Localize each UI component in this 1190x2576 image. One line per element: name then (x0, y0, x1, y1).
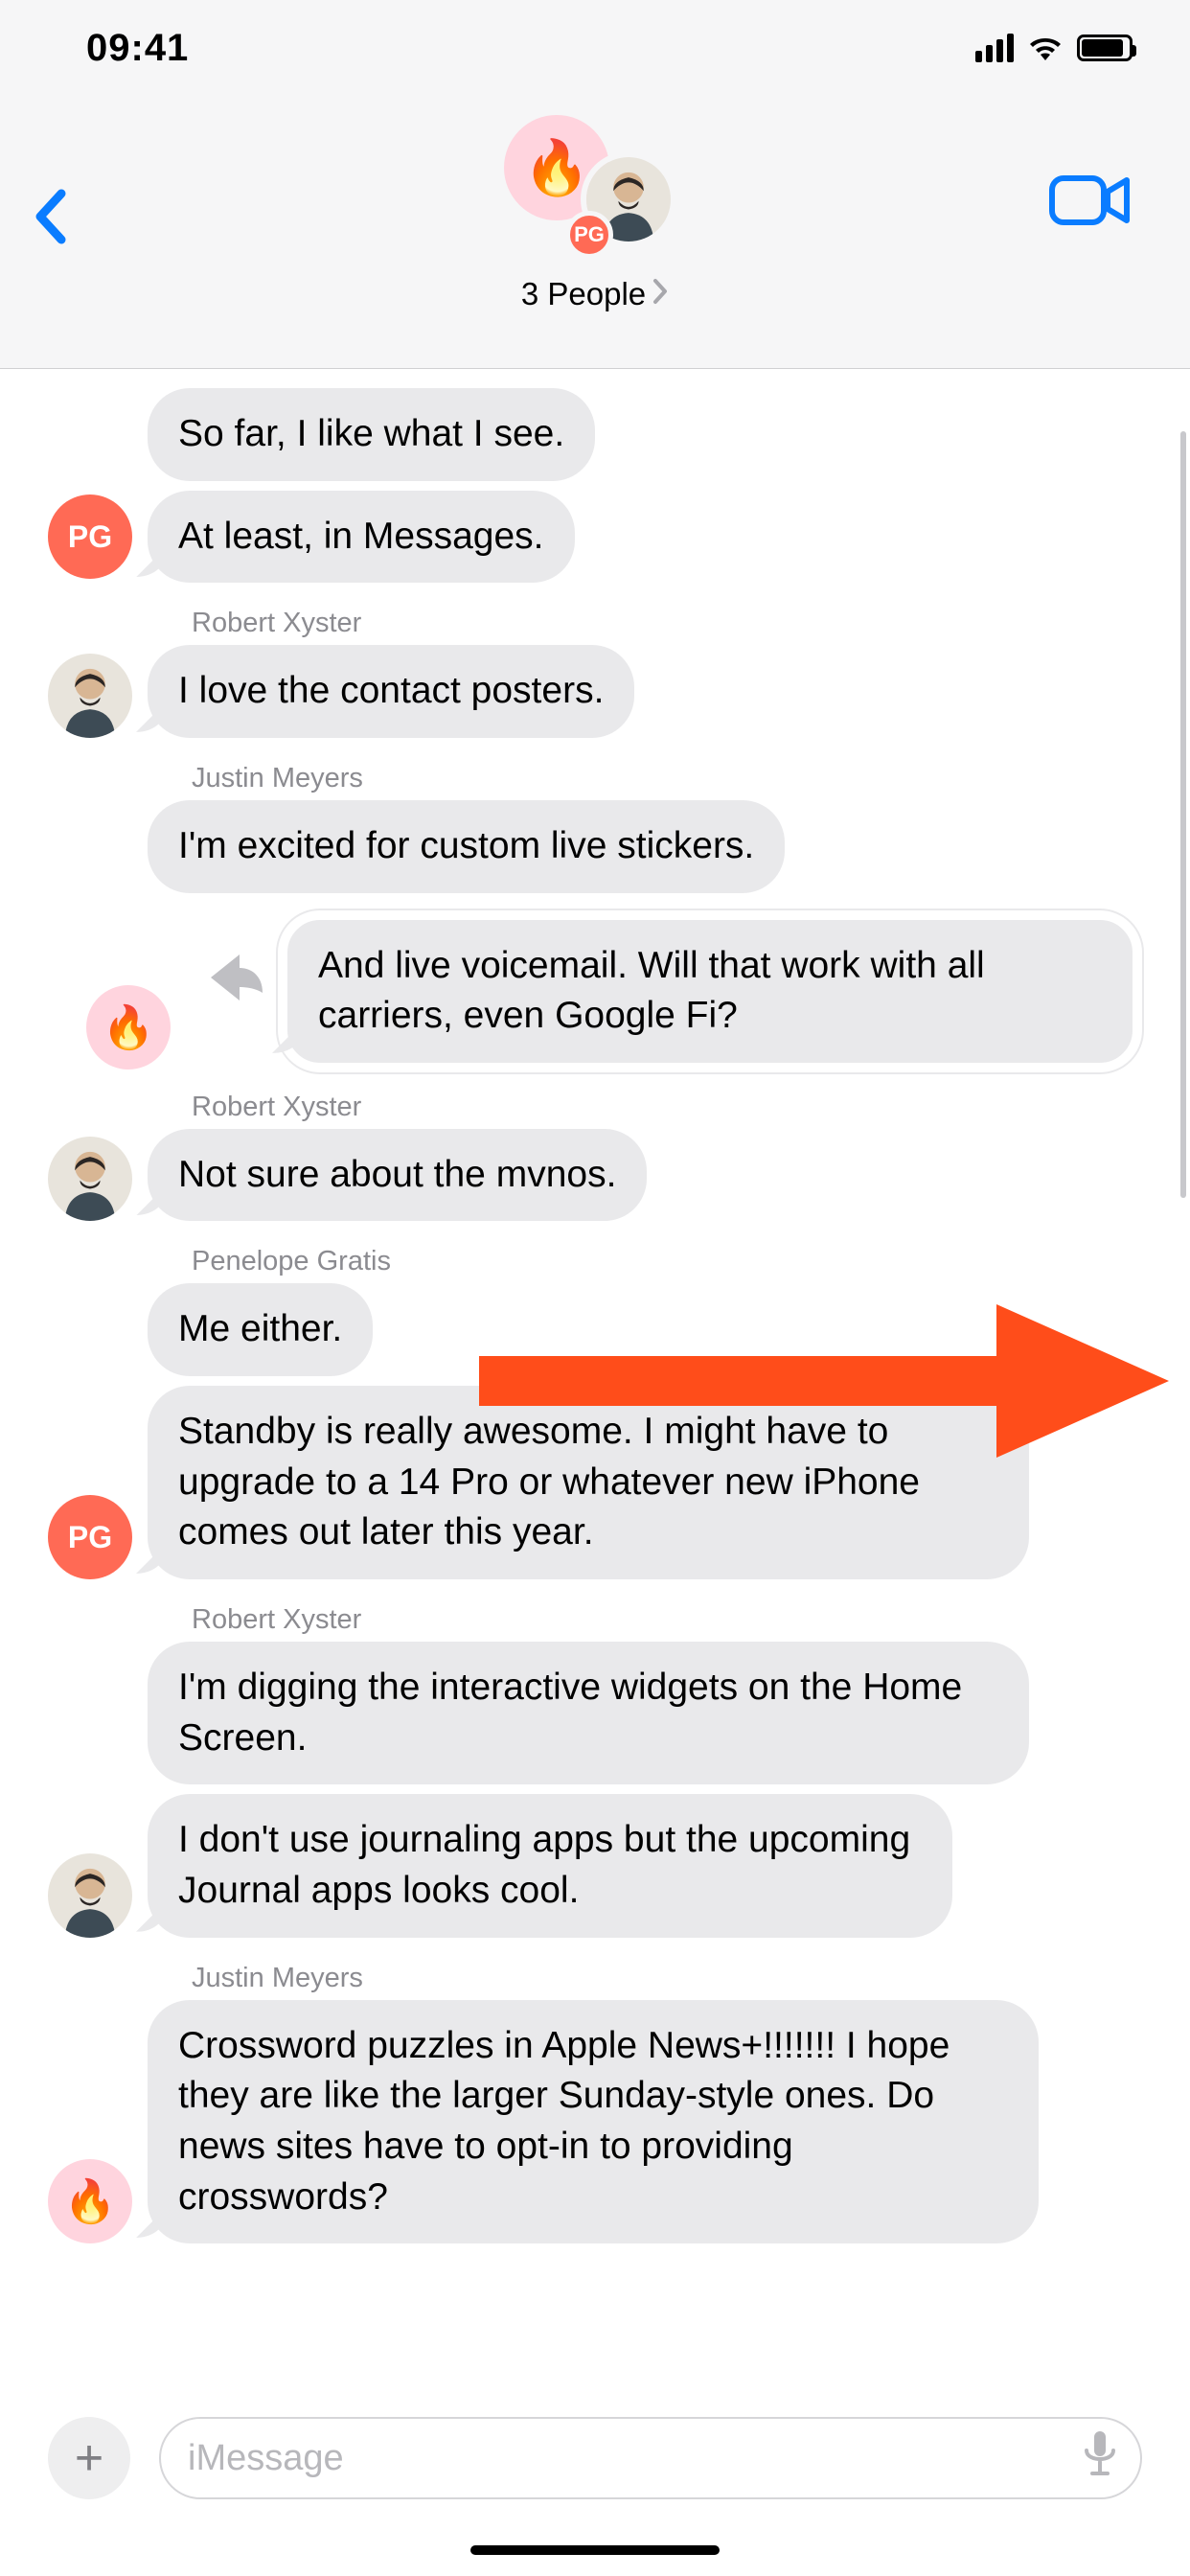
status-time: 09:41 (86, 27, 189, 70)
avatar-photo (48, 1137, 132, 1221)
message-bubble[interactable]: Me either. (148, 1283, 373, 1376)
sender-name: Justin Meyers (192, 763, 1142, 794)
cellular-signal-icon (975, 34, 1014, 62)
avatar-pg-badge: PG (565, 211, 613, 259)
avatar-fire: 🔥 (86, 985, 171, 1070)
reply-bubble[interactable]: And live voicemail. Will that work with … (278, 910, 1142, 1072)
message-bubble[interactable]: I'm excited for custom live stickers. (148, 800, 785, 893)
message-bubble[interactable]: At least, in Messages. (148, 491, 575, 584)
home-indicator (470, 2545, 720, 2555)
message-bubble[interactable]: Crossword puzzles in Apple News+!!!!!!! … (148, 2000, 1039, 2244)
avatar-photo (48, 1853, 132, 1938)
group-avatar-stack: 🔥 PG (504, 115, 686, 259)
sender-name: Robert Xyster (192, 1604, 1142, 1636)
message-bubble[interactable]: Not sure about the mvnos. (148, 1129, 647, 1222)
sender-name: Penelope Gratis (192, 1246, 1142, 1277)
avatar-spacer (48, 1700, 132, 1784)
reply-thread[interactable]: 🔥 And live voicemail. Will that work wit… (48, 910, 1142, 1072)
avatar-photo (48, 654, 132, 738)
avatar-spacer (48, 809, 132, 893)
message-bubble[interactable]: I love the contact posters. (148, 645, 634, 738)
status-indicators (975, 34, 1133, 62)
scroll-indicator (1180, 431, 1186, 1198)
message-input[interactable]: iMessage (159, 2417, 1142, 2499)
input-placeholder: iMessage (188, 2438, 344, 2479)
avatar-pg: PG (48, 1495, 132, 1579)
dictate-button[interactable] (1083, 2429, 1117, 2487)
status-bar: 09:41 (0, 0, 1190, 96)
message-bubble[interactable]: I'm digging the interactive widgets on t… (148, 1642, 1029, 1784)
message-bubble[interactable]: Standby is really awesome. I might have … (148, 1386, 1029, 1579)
sender-name: Robert Xyster (192, 608, 1142, 639)
message-list[interactable]: So far, I like what I see. PG At least, … (0, 369, 1190, 2381)
avatar-fire: 🔥 (48, 2159, 132, 2243)
avatar-pg: PG (48, 494, 132, 579)
avatar-spacer (48, 1292, 132, 1376)
facetime-button[interactable] (1048, 172, 1133, 233)
sender-name: Robert Xyster (192, 1092, 1142, 1123)
avatar-spacer (48, 397, 132, 481)
battery-icon (1077, 34, 1133, 61)
back-button[interactable] (33, 188, 71, 250)
conversation-title-area[interactable]: 🔥 PG 3 People (504, 115, 686, 312)
add-button[interactable]: + (48, 2417, 130, 2499)
conversation-header: 🔥 PG 3 People (0, 96, 1190, 369)
message-bubble[interactable]: So far, I like what I see. (148, 388, 595, 481)
reply-arrow-icon (199, 949, 268, 1011)
wifi-icon (1027, 34, 1064, 61)
message-bubble[interactable]: I don't use journaling apps but the upco… (148, 1794, 952, 1937)
chevron-right-icon (652, 276, 669, 312)
sender-name: Justin Meyers (192, 1963, 1142, 1994)
conversation-title: 3 People (521, 276, 646, 312)
